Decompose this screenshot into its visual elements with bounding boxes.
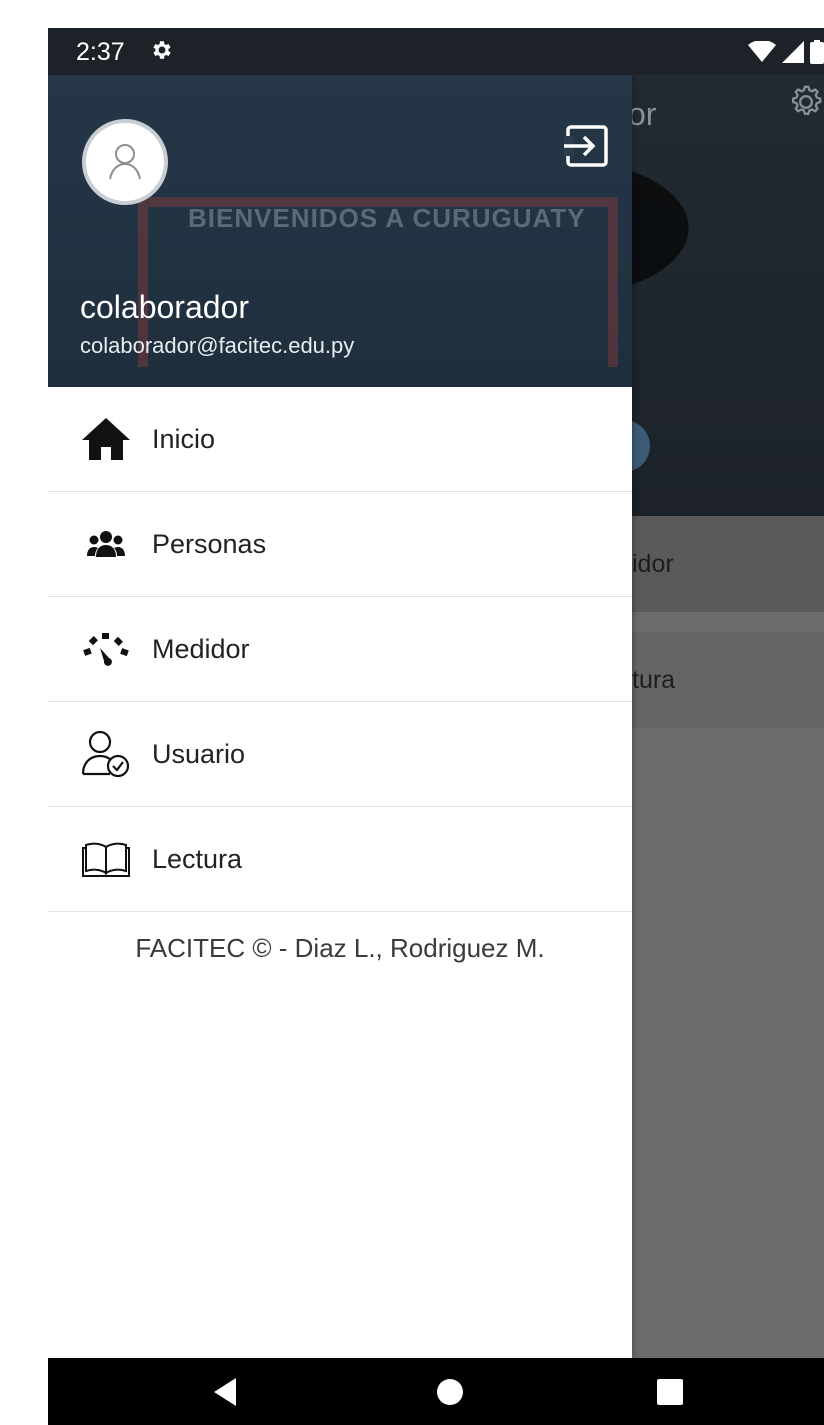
- gauge-icon: [80, 623, 132, 675]
- user-email: colaborador@facitec.edu.py: [80, 333, 355, 358]
- menu-item-label: Medidor: [152, 633, 250, 664]
- back-icon[interactable]: [210, 1376, 242, 1408]
- wifi-icon: [748, 41, 776, 62]
- user-check-icon: [80, 728, 132, 780]
- status-icons: [748, 40, 824, 64]
- menu-item-label: Inicio: [152, 423, 216, 454]
- battery-icon: [810, 40, 824, 64]
- settings-gear-icon: [153, 41, 171, 59]
- menu-item-label: Personas: [152, 528, 267, 559]
- signal-icon: [782, 41, 804, 63]
- logout-icon: [564, 125, 608, 167]
- menu-item-lectura[interactable]: Lectura: [48, 807, 632, 912]
- status-bar: 2:37: [48, 28, 824, 75]
- book-open-icon: [80, 833, 132, 885]
- avatar[interactable]: [82, 119, 168, 205]
- menu-item-label: Usuario: [152, 738, 246, 769]
- background-list-item: idor: [632, 516, 824, 612]
- menu-item-usuario[interactable]: Usuario: [48, 702, 632, 807]
- system-navigation-bar: [48, 1358, 824, 1425]
- menu-item-inicio[interactable]: Inicio: [48, 387, 632, 492]
- menu-item-personas[interactable]: Personas: [48, 492, 632, 597]
- navigation-drawer: BIENVENIDOS A CURUGUATY colaborador cola…: [48, 75, 632, 1358]
- home-circle-icon[interactable]: [434, 1376, 466, 1408]
- home-icon: [80, 413, 132, 465]
- user-name: colaborador: [80, 289, 249, 325]
- header-banner-text: BIENVENIDOS A CURUGUATY: [188, 203, 586, 233]
- menu-item-medidor[interactable]: Medidor: [48, 597, 632, 702]
- status-time: 2:37: [76, 38, 125, 66]
- user-outline-icon: [109, 144, 141, 180]
- drawer-footer-credits: FACITEC © - Diaz L., Rodriguez M.: [135, 933, 545, 963]
- settings-icon: [792, 85, 822, 115]
- logout-button[interactable]: [562, 121, 612, 171]
- device-screen: or idor tura 2:37 BIENVENIDOS A CURUGUAT…: [48, 28, 824, 1425]
- recent-apps-icon[interactable]: [654, 1376, 686, 1408]
- menu-item-label: Lectura: [152, 843, 243, 874]
- background-app-title: or: [628, 96, 657, 132]
- people-group-icon: [80, 518, 132, 570]
- drawer-menu: Inicio Personas Medidor Usuario Lectura: [48, 387, 632, 912]
- drawer-header: BIENVENIDOS A CURUGUATY colaborador cola…: [48, 75, 632, 387]
- background-list-item: tura: [632, 632, 824, 728]
